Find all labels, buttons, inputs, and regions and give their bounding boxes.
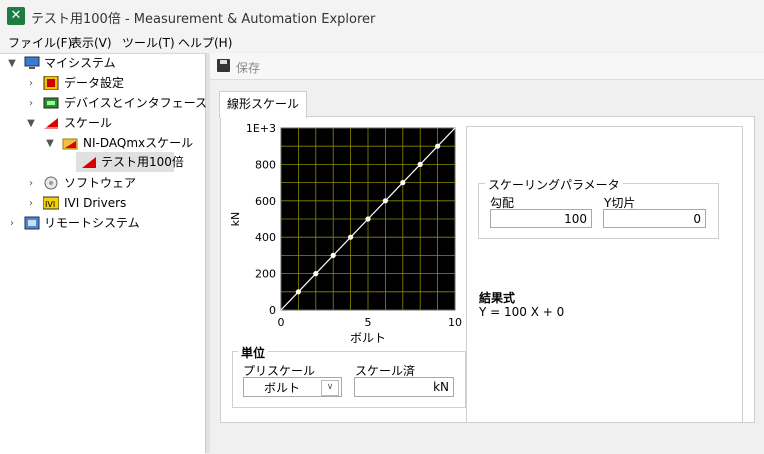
y-tick-label: 800 (255, 158, 276, 171)
slope-input[interactable]: 100 (490, 209, 592, 228)
tree-item-daqmx-scales[interactable]: ▼ NI-DAQmxスケール (0, 134, 205, 153)
title-bar: ✕ テスト用100倍 - Measurement & Automation Ex… (0, 0, 764, 32)
scale-icon (44, 118, 58, 129)
y-tick-label: 1E+3 (246, 122, 276, 135)
data-point (417, 161, 423, 167)
menu-bar: ファイル(F) 表示(V) ツール(T) ヘルプ(H) (0, 32, 764, 52)
y-axis-label: kN (229, 212, 242, 227)
tree-item-data-config[interactable]: › データ設定 (0, 74, 205, 93)
tree-item-remote-systems[interactable]: › リモートシステム (0, 214, 205, 233)
save-icon (217, 59, 230, 72)
tree-item-label: テスト用100倍 (101, 155, 184, 169)
x-logo-icon: ✕ (7, 7, 25, 25)
device-icon (43, 97, 59, 109)
ivi-icon: IVI (43, 196, 59, 210)
data-config-icon (43, 76, 59, 90)
tree-item-label: リモートシステム (44, 216, 140, 230)
tree-item-label: NI-DAQmxスケール (83, 136, 194, 150)
data-point (330, 252, 336, 258)
chevron-right-icon[interactable]: › (26, 74, 36, 93)
tree-item-label: スケール (64, 116, 113, 130)
parameters-pane (466, 126, 743, 423)
y-tick-label: 0 (269, 304, 276, 317)
data-point (348, 234, 354, 240)
tab-linear-scale[interactable]: 線形スケール (219, 91, 307, 118)
tree-item-software[interactable]: › ソフトウェア (0, 174, 205, 193)
x-axis-label: ボルト (350, 331, 386, 343)
result-title: 結果式 (479, 291, 516, 305)
chevron-down-icon[interactable]: ▼ (7, 54, 17, 73)
window-title: テスト用100倍 - Measurement & Automation Expl… (31, 12, 376, 27)
tree-item-label: マイシステム (44, 56, 116, 70)
data-point (382, 198, 388, 204)
scale-preview-chart: 0 200 400 600 800 1E+3 0 5 10 ボルト kN (229, 122, 462, 343)
chevron-down-icon[interactable]: ▼ (26, 114, 36, 133)
chevron-down-icon[interactable]: ▼ (45, 134, 55, 153)
data-point (295, 289, 301, 295)
chevron-right-icon[interactable]: › (26, 194, 36, 213)
tree-item-label: デバイスとインタフェース (64, 96, 208, 110)
data-point (435, 143, 441, 149)
tree-item-ivi-drivers[interactable]: › IVI IVI Drivers (0, 194, 205, 213)
y-tick-label: 200 (255, 268, 276, 281)
prescale-select[interactable]: ボルト ∨ (243, 377, 342, 397)
computer-icon (24, 56, 40, 69)
svg-text:IVI: IVI (45, 200, 55, 209)
tree-item-my-system[interactable]: ▼ マイシステム (0, 54, 205, 73)
units-group-title: 単位 (238, 344, 269, 361)
tree-item-label: ソフトウェア (64, 176, 137, 190)
intercept-input[interactable]: 0 (603, 209, 706, 228)
scale-icon (82, 157, 96, 168)
tree-item-devices[interactable]: › デバイスとインタフェース (0, 94, 208, 113)
data-point (313, 271, 319, 277)
menu-help[interactable]: ヘルプ(H) (178, 34, 232, 51)
prescale-value: ボルト (263, 381, 300, 395)
result-equation: Y = 100 X + 0 (479, 305, 565, 319)
chevron-right-icon[interactable]: › (26, 94, 36, 113)
x-tick-label: 0 (278, 316, 285, 329)
save-button[interactable]: 保存 (236, 59, 260, 76)
chevron-right-icon[interactable]: › (26, 174, 36, 193)
data-point (400, 180, 406, 186)
x-tick-label: 5 (365, 316, 372, 329)
x-tick-label: 10 (448, 316, 462, 329)
network-icon (24, 216, 40, 230)
data-point (365, 216, 371, 222)
menu-tools[interactable]: ツール(T) (122, 34, 175, 51)
y-tick-label: 400 (255, 231, 276, 244)
chevron-down-icon[interactable]: ∨ (321, 380, 339, 396)
menu-file[interactable]: ファイル(F) (8, 34, 72, 51)
tree-item-scales[interactable]: ▼ スケール (0, 114, 205, 133)
folder-icon (62, 138, 78, 150)
tree-item-label: IVI Drivers (64, 196, 127, 210)
y-tick-label: 600 (255, 195, 276, 208)
scaled-units-input[interactable]: kN (354, 377, 454, 397)
tree-item-label: データ設定 (64, 76, 125, 90)
chevron-right-icon[interactable]: › (7, 214, 17, 233)
software-icon (44, 176, 58, 190)
scaling-parameters-title: スケーリングパラメータ (485, 176, 623, 193)
menu-view[interactable]: 表示(V) (70, 34, 112, 51)
toolbar: 保存 (210, 53, 764, 80)
tree-item-test-scale[interactable]: テスト用100倍 (0, 153, 205, 172)
